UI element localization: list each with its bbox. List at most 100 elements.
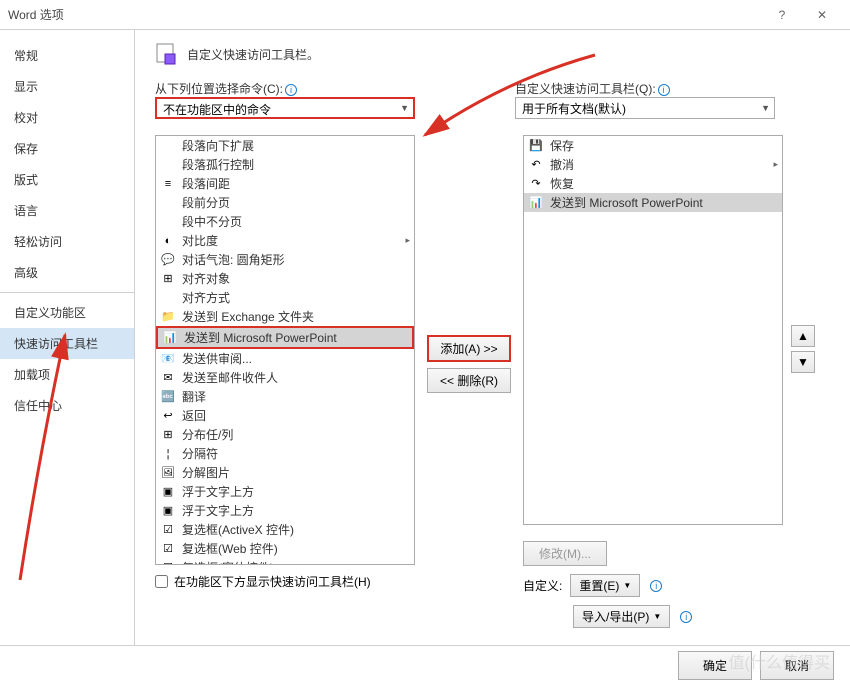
command-icon: ▣ — [160, 503, 176, 519]
list-item[interactable]: ↶撤消▸ — [524, 155, 782, 174]
add-button[interactable]: 添加(A) >> — [427, 335, 511, 362]
sidebar-item-general[interactable]: 常规 — [0, 40, 134, 71]
modify-button[interactable]: 修改(M)... — [523, 541, 607, 566]
header-text: 自定义快速访问工具栏。 — [187, 46, 319, 63]
sidebar-item-display[interactable]: 显示 — [0, 71, 134, 102]
command-label: 对齐对象 — [182, 270, 230, 287]
chevron-down-icon: ▼ — [761, 103, 770, 113]
help-button[interactable]: ? — [762, 0, 802, 30]
watermark: 值(什么值得买 — [729, 649, 830, 673]
sidebar-item-trust-center[interactable]: 信任中心 — [0, 390, 134, 421]
command-icon: 📊 — [162, 330, 178, 346]
list-item[interactable]: 段落孤行控制 — [156, 155, 414, 174]
command-label: 段中不分页 — [182, 213, 242, 230]
customize-qat-label: 自定义快速访问工具栏(Q):i — [515, 80, 775, 97]
command-icon: ⊞ — [160, 271, 176, 287]
list-item[interactable]: ↩返回 — [156, 406, 414, 425]
list-item[interactable]: ⊞ 对齐对象 — [156, 269, 414, 288]
move-down-button[interactable]: ▼ — [791, 351, 815, 373]
sidebar-item-quick-access-toolbar[interactable]: 快速访问工具栏 — [0, 328, 134, 359]
list-item[interactable]: 💬对话气泡: 圆角矩形 — [156, 250, 414, 269]
list-item[interactable]: ✉发送至邮件收件人 — [156, 368, 414, 387]
list-item[interactable]: ☑复选框(ActiveX 控件) — [156, 520, 414, 539]
list-item[interactable]: ◐对比度▸ — [156, 231, 414, 250]
show-below-ribbon-label: 在功能区下方显示快速访问工具栏(H) — [174, 573, 371, 590]
chevron-down-icon: ▼ — [623, 581, 631, 590]
list-item[interactable]: 段中不分页 — [156, 212, 414, 231]
command-icon: ↩ — [160, 408, 176, 424]
list-item[interactable]: 段落向下扩展 — [156, 136, 414, 155]
command-label: 分布任/列 — [182, 426, 233, 443]
chevron-down-icon: ▼ — [400, 103, 409, 113]
command-icon: 🖼 — [160, 465, 176, 481]
command-label: 复选框(窗体控件) — [182, 559, 274, 565]
command-label: 段落向下扩展 — [182, 137, 254, 154]
remove-button[interactable]: << 删除(R) — [427, 368, 511, 393]
choose-commands-label: 从下列位置选择命令(C):i — [155, 80, 415, 97]
close-button[interactable]: ✕ — [802, 0, 842, 30]
sidebar-item-layout[interactable]: 版式 — [0, 164, 134, 195]
list-item[interactable]: ¦分隔符 — [156, 444, 414, 463]
list-item[interactable]: 📁发送到 Exchange 文件夹 — [156, 307, 414, 326]
import-export-button[interactable]: 导入/导出(P)▼ — [573, 605, 670, 628]
command-label: 段前分页 — [182, 194, 230, 211]
show-below-ribbon-row: 在功能区下方显示快速访问工具栏(H) — [155, 573, 415, 590]
sidebar-item-language[interactable]: 语言 — [0, 195, 134, 226]
list-item[interactable]: ☑复选框(窗体控件) — [156, 558, 414, 565]
list-item[interactable]: 🔤 翻译 — [156, 387, 414, 406]
custom-label: 自定义: — [523, 577, 562, 594]
command-icon: ¦ — [160, 446, 176, 462]
command-label: 翻译 — [182, 388, 206, 405]
command-label: 段落间距 — [182, 175, 230, 192]
qat-listbox[interactable]: 💾 保存↶撤消▸↷恢复 📊 发送到 Microsoft PowerPoint — [523, 135, 783, 525]
show-below-ribbon-checkbox[interactable] — [155, 575, 168, 588]
command-label: 复选框(Web 控件) — [182, 540, 278, 557]
list-item[interactable]: 🖼分解图片 — [156, 463, 414, 482]
list-item[interactable]: ↷恢复 — [524, 174, 782, 193]
command-icon: 🔤 — [160, 389, 176, 405]
sidebar-item-advanced[interactable]: 高级 — [0, 257, 134, 288]
qat-icon: ↶ — [528, 157, 544, 173]
content-panel: 自定义快速访问工具栏。 从下列位置选择命令(C):i 不在功能区中的命令 ▼ 自… — [135, 30, 850, 645]
chevron-down-icon: ▼ — [653, 612, 661, 621]
list-item[interactable]: 💾 保存 — [524, 136, 782, 155]
list-item[interactable]: ≡段落间距 — [156, 174, 414, 193]
list-item[interactable]: ▣ 浮于文字上方 — [156, 501, 414, 520]
qat-icon: 💾 — [528, 138, 544, 154]
sidebar-item-customize-ribbon[interactable]: 自定义功能区 — [0, 297, 134, 328]
qat-label: 发送到 Microsoft PowerPoint — [550, 194, 703, 211]
choose-commands-dropdown[interactable]: 不在功能区中的命令 ▼ — [155, 97, 415, 119]
commands-listbox[interactable]: 段落向下扩展段落孤行控制≡段落间距段前分页段中不分页◐对比度▸💬对话气泡: 圆角… — [155, 135, 415, 565]
command-icon: 💬 — [160, 252, 176, 268]
sidebar-item-addins[interactable]: 加载项 — [0, 359, 134, 390]
qat-label: 保存 — [550, 137, 574, 154]
command-label: 发送供审阅... — [182, 350, 252, 367]
info-icon[interactable]: i — [650, 580, 662, 592]
move-up-button[interactable]: ▲ — [791, 325, 815, 347]
footer: 确定 取消 — [0, 645, 850, 685]
customize-qat-dropdown[interactable]: 用于所有文档(默认) ▼ — [515, 97, 775, 119]
sidebar-divider — [0, 292, 134, 293]
command-label: 发送到 Microsoft PowerPoint — [184, 329, 337, 346]
command-icon — [160, 157, 176, 173]
list-item[interactable]: 对齐方式 — [156, 288, 414, 307]
sidebar-item-save[interactable]: 保存 — [0, 133, 134, 164]
list-item[interactable]: ⊞分布任/列 — [156, 425, 414, 444]
reset-button[interactable]: 重置(E)▼ — [570, 574, 640, 597]
sidebar-item-proofing[interactable]: 校对 — [0, 102, 134, 133]
middle-buttons: 添加(A) >> << 删除(R) — [427, 335, 511, 393]
list-item[interactable]: 📧 发送供审阅... — [156, 349, 414, 368]
command-icon: 📧 — [160, 351, 176, 367]
list-item[interactable]: 段前分页 — [156, 193, 414, 212]
info-icon[interactable]: i — [680, 611, 692, 623]
list-item[interactable]: ☑复选框(Web 控件) — [156, 539, 414, 558]
command-label: 浮于文字上方 — [182, 502, 254, 519]
info-icon[interactable]: i — [658, 84, 670, 96]
command-label: 段落孤行控制 — [182, 156, 254, 173]
list-item[interactable]: 📊 发送到 Microsoft PowerPoint — [524, 193, 782, 212]
sidebar-item-ease-of-access[interactable]: 轻松访问 — [0, 226, 134, 257]
list-item[interactable]: ▣浮于文字上方 — [156, 482, 414, 501]
qat-icon: 📊 — [528, 195, 544, 211]
list-item[interactable]: 📊 发送到 Microsoft PowerPoint — [156, 326, 414, 349]
info-icon[interactable]: i — [285, 84, 297, 96]
